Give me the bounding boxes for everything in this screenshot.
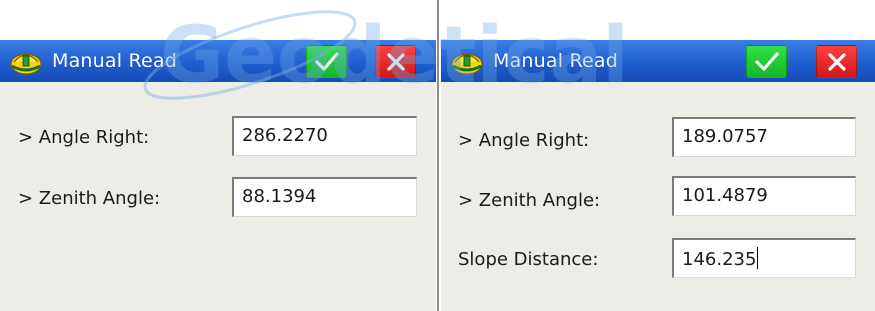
angle-right-input[interactable]: 286.2270 xyxy=(232,116,417,156)
manual-read-dialog-left: Manual Read > Angle Right: 286.2270 > Ze… xyxy=(0,40,436,311)
ok-button[interactable] xyxy=(306,45,347,78)
close-icon xyxy=(386,52,405,71)
dialog-title: Manual Read xyxy=(52,50,178,72)
slope-distance-value: 146.235 xyxy=(682,249,757,270)
zenith-angle-input[interactable]: 88.1394 xyxy=(232,177,417,217)
dialog-title: Manual Read xyxy=(493,50,619,72)
angle-right-label: > Angle Right: xyxy=(18,127,150,148)
helmet-icon xyxy=(10,53,42,75)
checkmark-icon xyxy=(314,51,339,71)
angle-right-input[interactable]: 189.0757 xyxy=(672,117,856,157)
text-caret xyxy=(757,247,759,269)
slope-distance-label: Slope Distance: xyxy=(458,249,599,270)
close-icon xyxy=(827,52,846,71)
helmet-icon xyxy=(451,53,483,75)
cancel-button[interactable] xyxy=(375,45,416,78)
slope-distance-input[interactable]: 146.235 xyxy=(672,238,856,278)
zenith-angle-input[interactable]: 101.4879 xyxy=(672,176,856,216)
cancel-button[interactable] xyxy=(816,45,857,78)
checkmark-icon xyxy=(754,51,779,71)
manual-read-dialog-right: Manual Read > Angle Right: 189.0757 > Ze… xyxy=(441,40,875,311)
zenith-angle-label: > Zenith Angle: xyxy=(458,190,601,211)
zenith-angle-label: > Zenith Angle: xyxy=(18,188,161,209)
title-bar: Manual Read xyxy=(0,40,436,82)
title-bar: Manual Read xyxy=(441,40,875,82)
angle-right-label: > Angle Right: xyxy=(458,130,590,151)
ok-button[interactable] xyxy=(746,45,787,78)
